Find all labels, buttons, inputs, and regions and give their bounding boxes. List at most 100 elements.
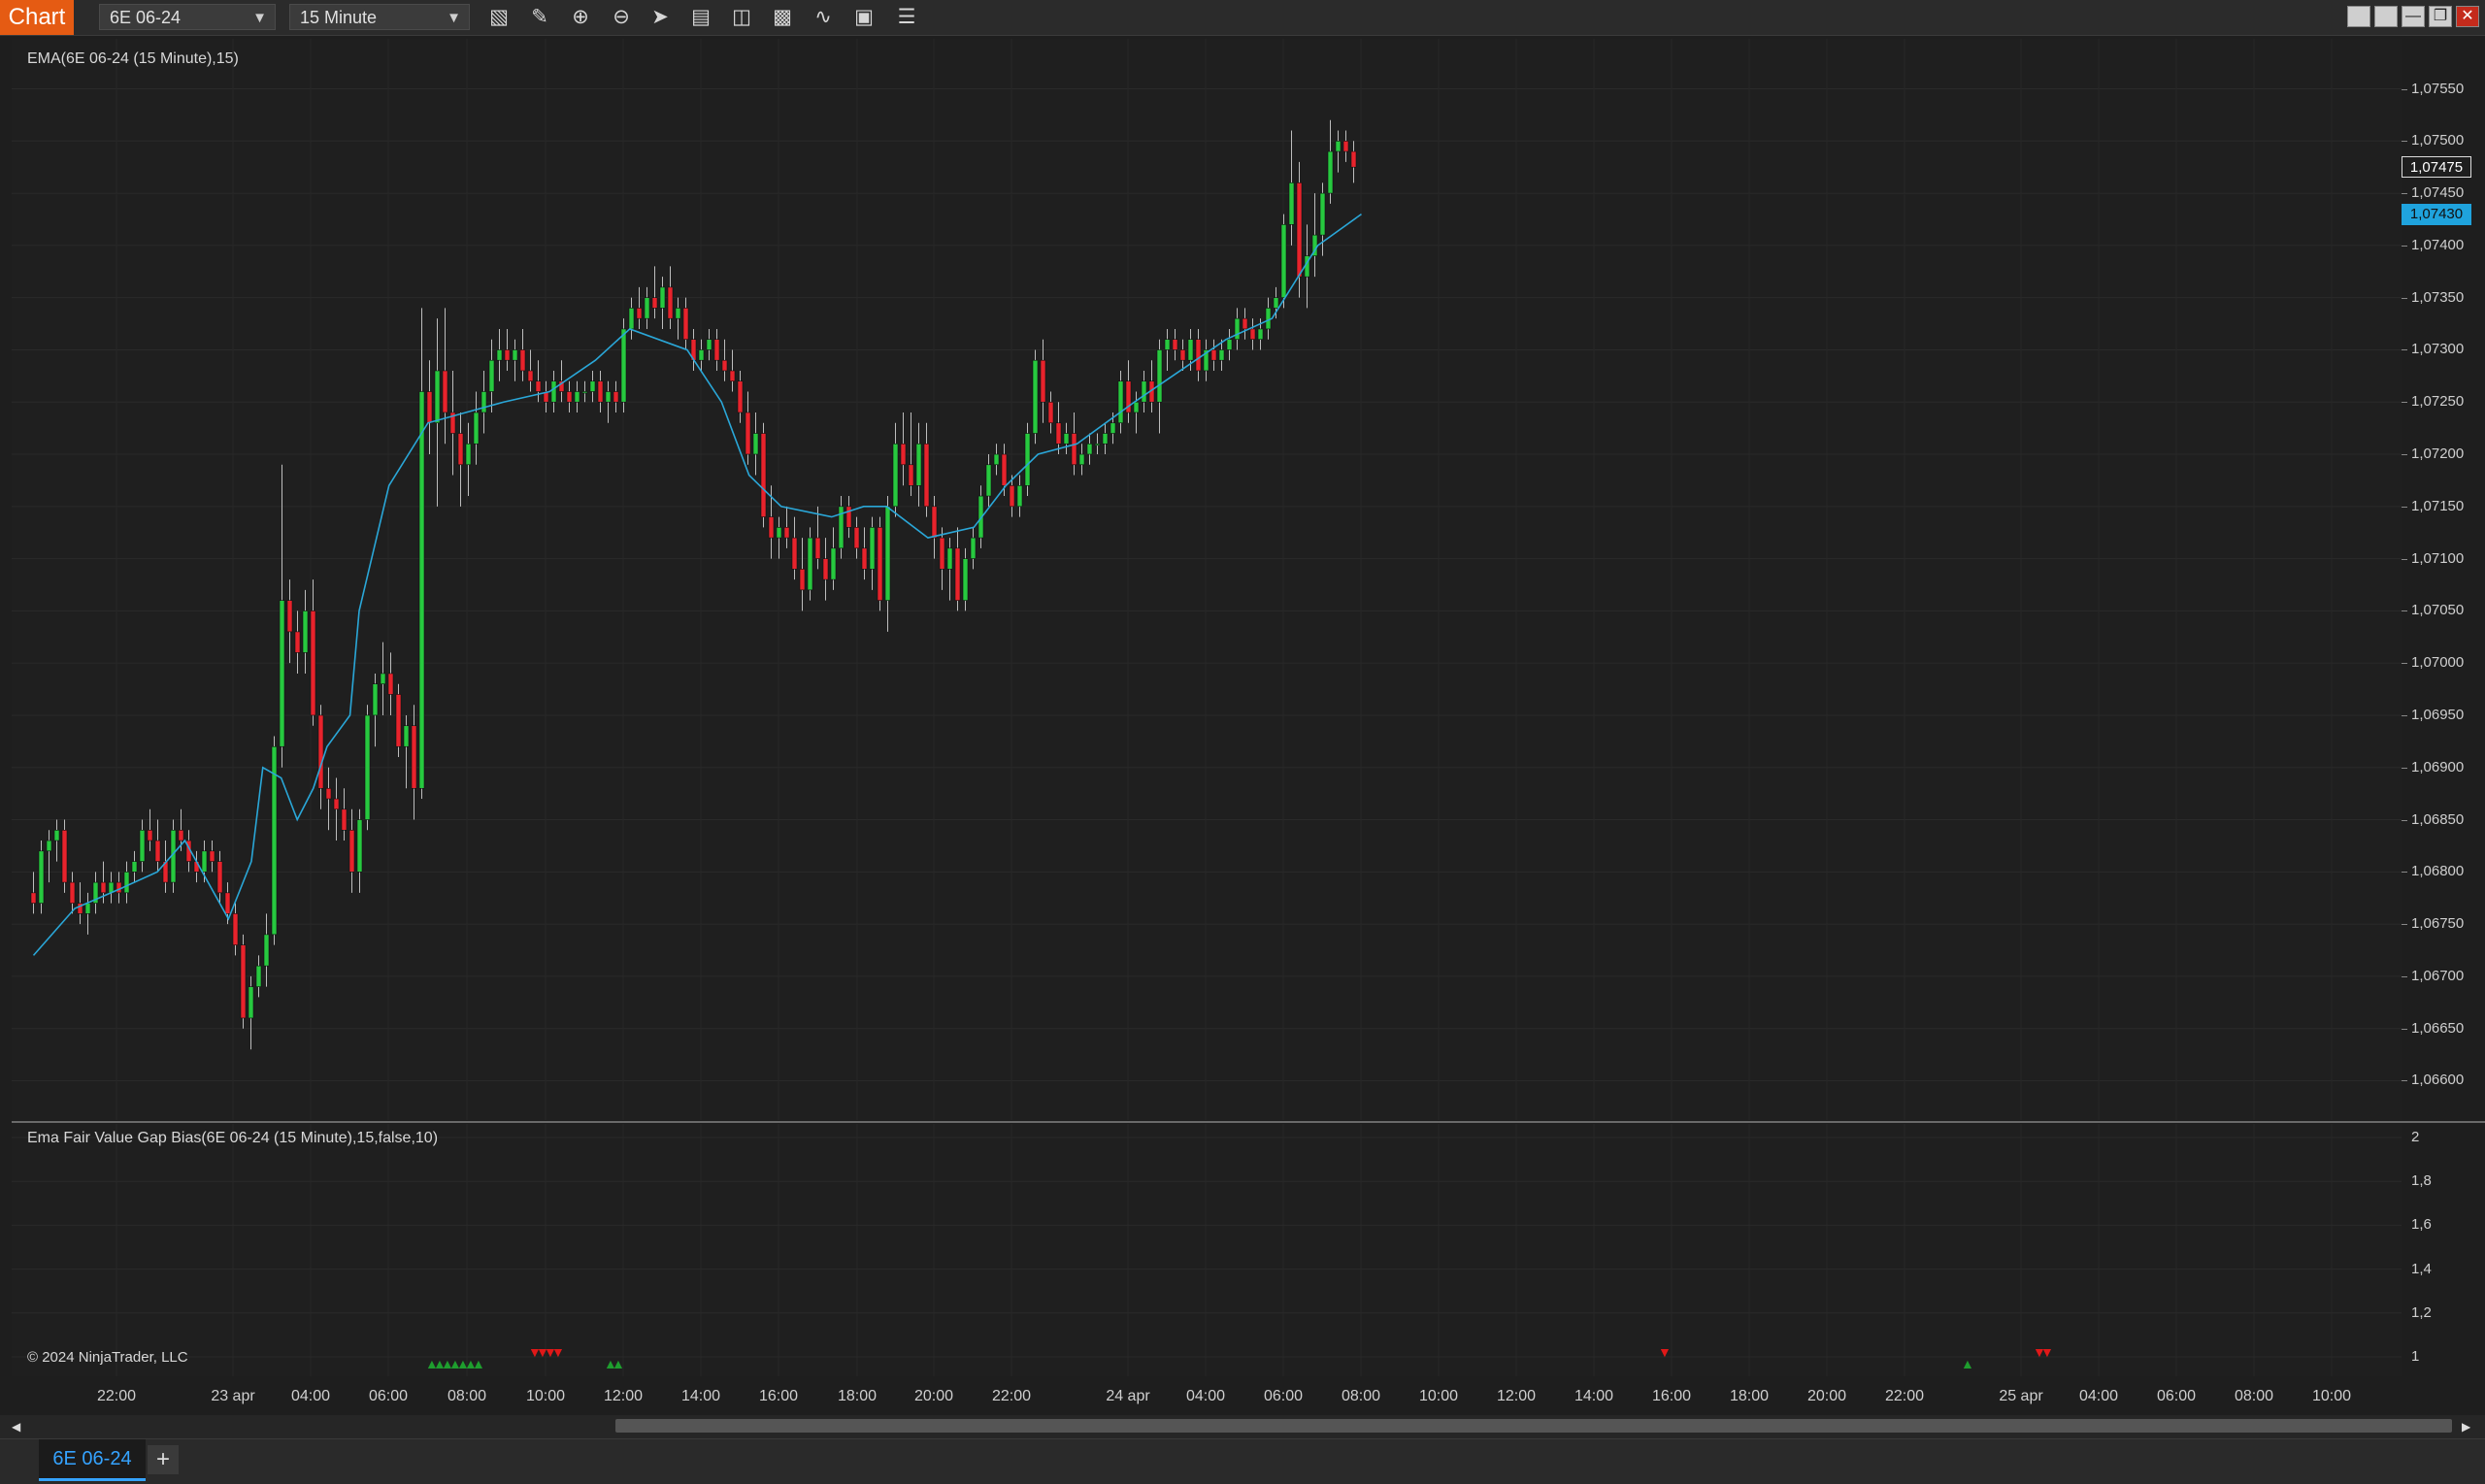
price-tick-label: 1,06700 [2411,967,2465,984]
candle-down [745,412,751,455]
candle-down [387,673,394,695]
ema-indicator-label: EMA(6E 06-24 (15 Minute),15) [27,50,239,67]
chart-toolbar: Chart 6E 06-24 ▼ 15 Minute ▼ ▧ ✎ ⊕ ⊖ ➤ ▤… [0,0,2485,36]
more-menu-icon[interactable]: ☰ [891,4,922,31]
price-tick-mark [2402,714,2407,716]
indicator-tick-label: 1 [2411,1348,2420,1365]
candle-down [566,391,573,403]
minimize-icon[interactable]: — [2402,6,2425,27]
candle-down [845,506,852,528]
interval-selector[interactable]: 15 Minute ▼ [289,4,470,30]
bar-type-icon[interactable]: ▧ [483,4,514,31]
candle-down [232,913,239,945]
instrument-tab[interactable]: 6E 06-24 [39,1439,146,1481]
zoom-out-icon[interactable]: ⊖ [606,4,637,31]
indicators-icon[interactable]: ∿ [808,4,839,31]
price-tick-mark [2402,610,2407,612]
zoom-in-icon[interactable]: ⊕ [565,4,596,31]
indicator-tick-label: 2 [2411,1129,2420,1145]
chart-scrollbar[interactable]: ◀ ▶ [0,1415,2485,1438]
indicator-chart-svg [12,1124,2402,1376]
scroll-right-icon[interactable]: ▶ [2462,1420,2470,1434]
bullish-bias-marker: ▲ [472,1356,485,1371]
candle-up [1063,433,1070,445]
candle-down [1179,349,1186,361]
time-tick-label: 20:00 [913,1388,954,1404]
strategies-icon[interactable]: ▣ [848,4,879,31]
fvg-indicator-label: Ema Fair Value Gap Bias(6E 06-24 (15 Min… [27,1130,439,1146]
bearish-bias-marker: ▼ [551,1344,565,1360]
data-box-icon[interactable]: ▤ [685,4,716,31]
pointer-icon[interactable]: ➤ [645,4,676,31]
candle-up [644,297,650,319]
price-tick-mark [2402,872,2407,874]
candle-down [100,881,107,894]
candle-up [884,506,891,601]
candle-down [682,308,689,340]
price-tick-mark [2402,349,2407,351]
candle-down [729,370,736,382]
time-tick-label: 08:00 [1341,1388,1381,1404]
candle-down [597,380,604,403]
candle-up [1273,297,1279,309]
price-panel[interactable]: EMA(6E 06-24 (15 Minute),15) [12,39,2402,1120]
price-tick-label: 1,07050 [2411,602,2465,619]
candle-down [939,537,945,570]
restore-icon[interactable]: ❐ [2429,6,2452,27]
candle-down [348,830,355,873]
scrollbar-thumb[interactable] [615,1419,2452,1433]
time-tick-label: 14:00 [680,1388,721,1404]
time-tick-label: 04:00 [1185,1388,1226,1404]
candle-down [791,537,798,570]
candle-down [613,391,619,403]
candle-up [620,328,627,403]
indicator-tick-label: 1,2 [2411,1303,2432,1321]
time-tick-label: 06:00 [368,1388,409,1404]
price-tick-mark [2402,245,2407,247]
candle-up [1032,359,1039,434]
candle-up [496,349,503,361]
time-tick-label: 12:00 [603,1388,644,1404]
add-tab-button[interactable]: + [148,1445,179,1474]
candle-down [457,433,464,466]
indicator-axis[interactable]: 2 1,8 1,6 1,4 1,2 1 [2402,1124,2485,1376]
candle-down [224,892,231,914]
price-tick-label: 1,07400 [2411,236,2465,253]
cascade-window-icon[interactable] [2374,6,2398,27]
candle-up [465,443,472,466]
time-tick-label: 04:00 [2078,1388,2119,1404]
close-icon[interactable]: ✕ [2456,6,2479,27]
candle-up [1156,349,1163,403]
candle-down [1249,328,1256,340]
time-tick-label: 23 apr [211,1388,255,1404]
instrument-selector[interactable]: 6E 06-24 ▼ [99,4,276,30]
candle-up [139,830,146,862]
indicator-panel[interactable]: Ema Fair Value Gap Bias(6E 06-24 (15 Min… [12,1124,2402,1376]
candle-up [581,391,588,394]
candle-down [877,527,883,601]
instrument-value: 6E 06-24 [110,8,182,27]
candle-up [605,391,612,403]
time-tick-label: 14:00 [1574,1388,1614,1404]
price-tick-label: 1,07150 [2411,497,2465,514]
candle-up [659,286,666,309]
candle-down [442,370,448,413]
panel-divider[interactable] [12,1121,2485,1123]
tile-window-icon[interactable] [2347,6,2370,27]
scroll-left-icon[interactable]: ◀ [12,1420,20,1434]
candle-up [364,714,371,820]
price-tick-label: 1,07500 [2411,132,2465,149]
drawing-tool-icon[interactable]: ✎ [524,4,555,31]
candle-up [698,349,705,361]
candle-up [962,558,969,601]
price-axis[interactable]: 1,07550 1,07500 1,07450 1,07400 1,07350 1,073… [2402,39,2485,1120]
candle-up [380,673,386,684]
price-tick-mark [2402,767,2407,769]
candle-down [667,286,674,319]
properties-icon[interactable]: ◫ [726,4,757,31]
chart-window-tab[interactable]: Chart [0,0,74,35]
time-axis[interactable]: 22:00 23 apr 04:00 06:00 08:00 10:00 12:00 14:0… [12,1376,2402,1415]
window-linking-icon[interactable]: ▩ [767,4,798,31]
time-tick-label: 10:00 [1418,1388,1459,1404]
price-tick-label: 1,07250 [2411,393,2465,411]
